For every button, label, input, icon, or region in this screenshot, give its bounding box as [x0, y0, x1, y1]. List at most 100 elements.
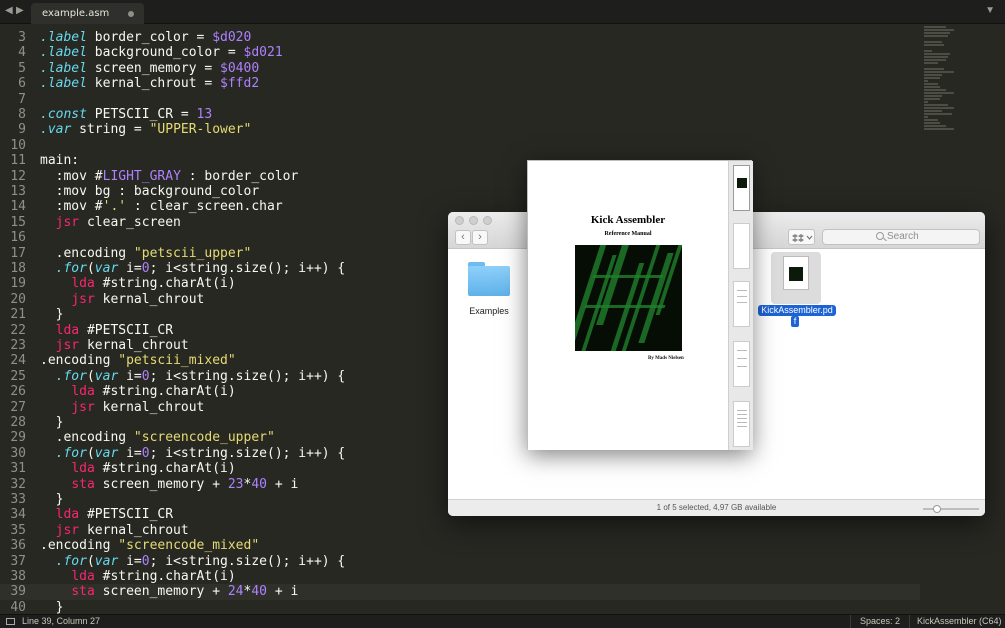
line-code: }	[40, 492, 64, 507]
line-number: 18	[10, 261, 26, 276]
close-window-icon[interactable]	[455, 216, 464, 225]
line-code: .label screen_memory = $0400	[40, 60, 260, 76]
code-line[interactable]: 7	[0, 92, 920, 107]
line-code: .encoding "screencode_upper"	[40, 430, 275, 446]
minimize-window-icon[interactable]	[469, 216, 478, 225]
page-thumbnail[interactable]	[733, 341, 750, 387]
icon-size-slider[interactable]	[923, 505, 979, 513]
quick-look-preview: Kick Assembler Reference Manual By Mads …	[527, 160, 753, 450]
code-line[interactable]: 37 .for(var i=0; i<string.size(); i++) {	[0, 554, 920, 569]
line-number: 23	[10, 338, 26, 353]
zoom-window-icon[interactable]	[483, 216, 492, 225]
tab-forward-icon[interactable]: ▶	[16, 5, 24, 16]
line-number: 21	[10, 307, 26, 323]
line-number: 38	[10, 569, 26, 584]
finder-back-button[interactable]: ‹	[455, 230, 471, 245]
file-name-label-continued[interactable]: f	[791, 316, 799, 327]
line-number: 7	[18, 91, 26, 107]
code-line[interactable]: 35 jsr kernal_chrout	[0, 523, 920, 538]
code-line[interactable]: 6 .label kernal_chrout = $ffd2	[0, 76, 920, 91]
line-code: jsr kernal_chrout	[55, 522, 189, 538]
tab-list-dropdown-icon[interactable]: ▼	[985, 5, 995, 16]
unsaved-dot-icon[interactable]	[128, 11, 134, 17]
finder-statusbar: 1 of 5 selected, 4,97 GB available	[448, 499, 985, 516]
line-code: }	[40, 599, 64, 615]
line-number: 36	[10, 538, 26, 554]
line-number: 22	[10, 322, 26, 338]
icon-size-slider-knob[interactable]	[932, 505, 941, 513]
pdf-author: By Mads Nielsen	[648, 356, 684, 361]
page-thumbnail[interactable]	[733, 401, 750, 447]
line-code: .encoding "petscii_mixed"	[40, 353, 236, 369]
line-code: jsr kernal_chrout	[71, 399, 205, 415]
line-code: :mov #'.' : clear_screen.char	[40, 199, 283, 215]
line-number: 20	[10, 291, 26, 307]
line-number: 4	[18, 45, 26, 61]
line-code: .label border_color = $d020	[40, 30, 252, 45]
line-number: 10	[10, 137, 26, 153]
editor-statusbar: Line 39, Column 27 Spaces: 2 KickAssembl…	[0, 614, 1005, 628]
line-code: lda #PETSCII_CR	[55, 322, 174, 338]
code-line[interactable]: 8 .const PETSCII_CR = 13	[0, 107, 920, 122]
page-thumbnail[interactable]	[733, 281, 750, 327]
finder-status-text: 1 of 5 selected, 4,97 GB available	[656, 503, 777, 512]
examples-folder-label[interactable]: Examples	[458, 306, 520, 316]
line-number: 12	[10, 168, 26, 184]
line-code: :mov bg : background_color	[40, 184, 260, 199]
line-number: 26	[10, 384, 26, 400]
line-code: }	[40, 415, 64, 430]
tab-example-asm[interactable]: example.asm	[31, 3, 144, 24]
line-number: 28	[10, 415, 26, 430]
code-line[interactable]: 10	[0, 138, 920, 153]
line-number: 27	[10, 399, 26, 415]
code-line[interactable]: 9 .var string = "UPPER-lower"	[0, 122, 920, 137]
finder-search-field[interactable]: Search	[822, 229, 980, 245]
line-code: .for(var i=0; i<string.size(); i++) {	[55, 368, 346, 384]
line-number: 15	[10, 214, 26, 230]
code-line[interactable]: 12 :mov #LIGHT_GRAY : border_color	[0, 169, 920, 184]
line-code: .for(var i=0; i<string.size(); i++) {	[55, 553, 346, 569]
line-number: 25	[10, 368, 26, 384]
code-line[interactable]: 39 sta screen_memory + 24*40 + i	[0, 584, 920, 600]
dropbox-menu-button[interactable]	[788, 229, 815, 245]
line-number: 3	[18, 30, 26, 45]
line-code: jsr kernal_chrout	[55, 338, 189, 353]
line-number: 40	[10, 599, 26, 615]
code-line[interactable]: 3 .label border_color = $d020	[0, 30, 920, 45]
file-name-label[interactable]: KickAssembler.pd	[758, 305, 836, 316]
dropbox-icon	[792, 234, 813, 242]
line-code: .label kernal_chrout = $ffd2	[40, 76, 260, 92]
page-thumbnail[interactable]	[733, 165, 750, 211]
page-thumbnail[interactable]	[733, 223, 750, 269]
pdf-file-icon[interactable]	[783, 256, 809, 290]
minimap[interactable]	[924, 25, 964, 130]
indentation-setting[interactable]: Spaces: 2	[860, 616, 900, 626]
search-placeholder: Search	[887, 231, 919, 242]
line-code: lda #string.charAt(i)	[71, 569, 236, 584]
code-line[interactable]: 36 .encoding "screencode_mixed"	[0, 538, 920, 553]
line-number: 5	[18, 60, 26, 76]
line-code: .var string = "UPPER-lower"	[40, 122, 252, 138]
line-code: .encoding "screencode_mixed"	[40, 538, 260, 554]
finder-forward-button[interactable]: ›	[472, 230, 488, 245]
line-number: 29	[10, 430, 26, 446]
tab-back-icon[interactable]: ◀	[5, 5, 13, 16]
search-icon	[876, 232, 884, 240]
line-number: 33	[10, 492, 26, 507]
code-line[interactable]: 5 .label screen_memory = $0400	[0, 61, 920, 76]
pdf-page[interactable]: Kick Assembler Reference Manual By Mads …	[528, 161, 728, 450]
line-code: lda #string.charAt(i)	[71, 276, 236, 292]
code-line[interactable]: 38 lda #string.charAt(i)	[0, 569, 920, 584]
code-line[interactable]: 40 }	[0, 600, 920, 615]
code-line[interactable]: 11 main:	[0, 153, 920, 168]
examples-folder-icon[interactable]	[468, 262, 510, 296]
line-number: 39	[10, 584, 26, 600]
pdf-title: Kick Assembler	[590, 214, 666, 226]
code-line[interactable]: 4 .label background_color = $d021	[0, 45, 920, 60]
line-code: lda #string.charAt(i)	[71, 461, 236, 477]
line-number: 14	[10, 199, 26, 215]
code-line[interactable]: 13 :mov bg : background_color	[0, 184, 920, 199]
syntax-selector[interactable]: KickAssembler (C64)	[917, 616, 1002, 626]
panel-toggle-icon[interactable]	[6, 618, 15, 625]
line-number: 9	[18, 122, 26, 138]
